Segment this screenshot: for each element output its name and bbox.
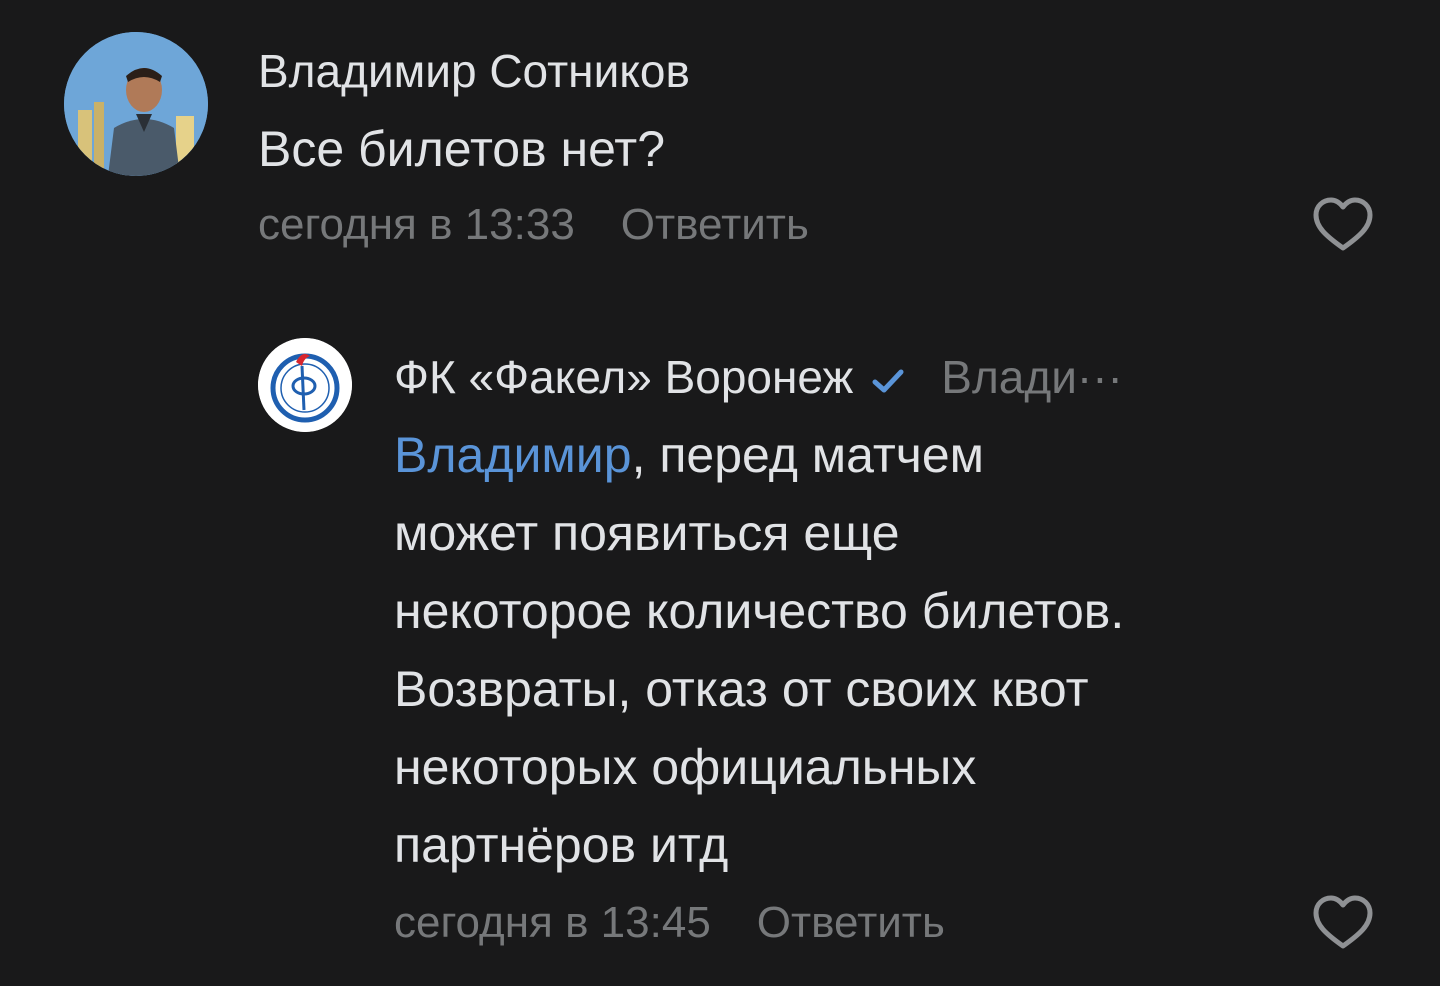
reply-to-user[interactable]: Влади···: [941, 351, 1123, 403]
reply-text-line: Возвраты, отказ от своих квот: [394, 661, 1089, 717]
reply-text-line: некоторое количество билетов.: [394, 583, 1125, 639]
mention-link[interactable]: Владимир: [394, 427, 632, 483]
reply-text-line: некоторых официальных: [394, 739, 977, 795]
comment-author[interactable]: Владимир Сотников: [258, 44, 690, 98]
reply-time: сегодня в 13:45: [394, 898, 711, 947]
comment-time: сегодня в 13:33: [258, 200, 575, 249]
verified-check-icon: [872, 369, 904, 393]
club-logo-avatar-icon: [258, 338, 352, 432]
user-photo-avatar-icon: [64, 32, 208, 176]
reply-text-line: может появиться еще: [394, 505, 900, 561]
like-heart-icon[interactable]: [1312, 894, 1374, 950]
reply-avatar[interactable]: [258, 338, 352, 432]
reply-author[interactable]: ФК «Факел» Воронеж: [394, 351, 853, 403]
reply-button[interactable]: Ответить: [757, 898, 945, 947]
reply-text-line: Владимир, перед матчем: [394, 416, 1394, 494]
reply-text: Владимир, перед матчем может появиться е…: [394, 416, 1394, 884]
reply-meta: сегодня в 13:45 Ответить: [394, 898, 945, 948]
comment-avatar[interactable]: [64, 32, 208, 176]
reply-text-fragment: , перед матчем: [631, 427, 985, 483]
reply-button[interactable]: Ответить: [621, 200, 809, 249]
reply-text-line: партнёров итд: [394, 817, 729, 873]
reply-header: ФК «Факел» Воронеж Влади···: [394, 350, 1123, 404]
like-heart-icon[interactable]: [1312, 196, 1374, 252]
comment-text: Все билетов нет?: [258, 121, 666, 177]
comment-meta: сегодня в 13:33 Ответить: [258, 200, 809, 250]
